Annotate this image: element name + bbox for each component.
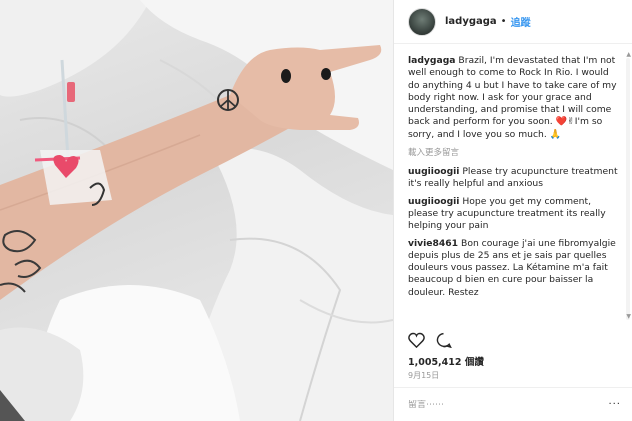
more-options-icon[interactable]: ···: [608, 399, 621, 410]
list-item: uugiioogii Please try acupuncture treatm…: [408, 166, 620, 191]
likes-number: 1,005,412: [408, 357, 462, 368]
comment-username[interactable]: vivie8461: [408, 238, 458, 249]
load-more-comments[interactable]: 載入更多留言: [408, 146, 620, 158]
avatar[interactable]: [408, 7, 436, 36]
comment-text: Brazil, I'm devastated that I'm not well…: [408, 55, 617, 140]
post-actions: [408, 332, 452, 348]
caption: ladygaga Brazil, I'm devastated that I'm…: [408, 55, 620, 141]
comment-username[interactable]: uugiioogii: [408, 196, 459, 207]
list-item: uugiioogii Hope you get my comment, plea…: [408, 196, 620, 233]
likes-count[interactable]: 1,005,412 個讚: [408, 354, 484, 368]
post-side-panel: ladygaga • 追蹤 ▲ ▼ ladygaga Brazil, I'm d…: [393, 0, 632, 421]
scroll-up-icon[interactable]: ▲: [626, 51, 631, 58]
post-date: 9月15日: [408, 371, 440, 380]
comment-icon[interactable]: [435, 332, 452, 348]
post-header: ladygaga • 追蹤: [394, 0, 632, 44]
comment-username[interactable]: uugiioogii: [408, 166, 459, 177]
list-item: vivie8461 Bon courage j'ai une fibromyal…: [408, 238, 620, 299]
separator-dot: •: [500, 16, 507, 27]
header-username[interactable]: ladygaga: [445, 16, 497, 27]
heart-icon[interactable]: [408, 332, 425, 348]
likes-suffix: 個讚: [464, 357, 484, 368]
comment-username[interactable]: ladygaga: [408, 55, 455, 66]
follow-button[interactable]: 追蹤: [511, 14, 531, 29]
comment-input[interactable]: [408, 399, 609, 410]
post-photo[interactable]: [0, 0, 393, 421]
comments-list: ladygaga Brazil, I'm devastated that I'm…: [394, 55, 626, 323]
scroll-down-icon[interactable]: ▼: [626, 313, 631, 320]
comments-scrollbar[interactable]: [626, 58, 630, 320]
add-comment-bar: ···: [394, 387, 632, 421]
photo-illustration: [0, 0, 393, 421]
